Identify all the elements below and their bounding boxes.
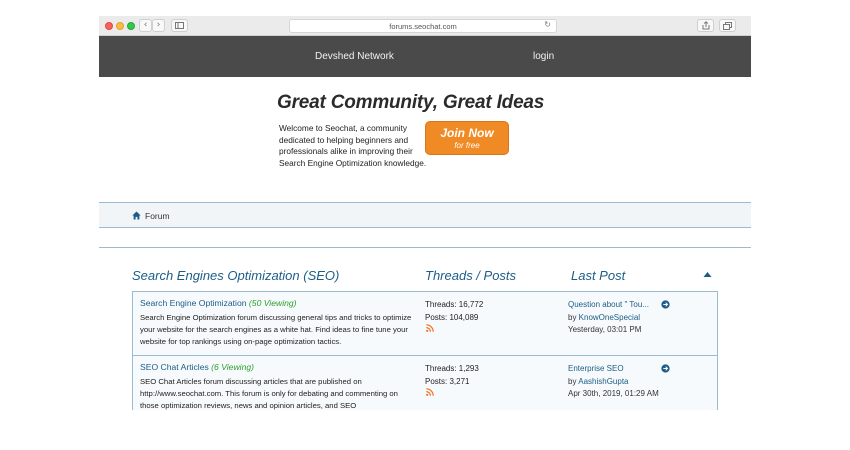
address-text: forums.seochat.com xyxy=(389,22,457,31)
tabs-icon xyxy=(723,22,732,30)
share-icon xyxy=(702,21,709,30)
forum-stats: Threads: 1,293 Posts: 3,271 xyxy=(425,363,479,388)
last-post-time: Apr 30th, 2019, 01:29 AM xyxy=(568,389,659,398)
forum-row: Search Engine Optimization (50 Viewing) … xyxy=(133,292,717,355)
home-icon[interactable] xyxy=(132,211,141,220)
forum-stats: Threads: 16,772 Posts: 104,089 xyxy=(425,299,483,324)
nav-login-link[interactable]: login xyxy=(533,51,554,62)
forum-row: SEO Chat Articles (6 Viewing) SEO Chat A… xyxy=(133,355,717,410)
minimize-window-button[interactable] xyxy=(116,22,124,30)
forum-title: SEO Chat Articles (6 Viewing) xyxy=(140,362,254,372)
go-to-last-post-icon[interactable] xyxy=(661,300,670,309)
threads-count: Threads: 16,772 xyxy=(425,300,484,309)
chevron-right-icon: › xyxy=(156,20,161,30)
sidebar-icon xyxy=(175,22,184,29)
forum-description: SEO Chat Articles forum discussing artic… xyxy=(140,377,398,410)
section-title[interactable]: Search Engines Optimization (SEO) xyxy=(132,268,339,283)
join-now-button[interactable]: Join Now for free xyxy=(425,121,509,155)
forum-name-link[interactable]: SEO Chat Articles xyxy=(140,362,209,372)
last-post-author-link[interactable]: AashishGupta xyxy=(578,377,628,386)
posts-count: Posts: 104,089 xyxy=(425,312,479,322)
screen: ‹ › forums.seochat.com ↻ Devshed Network… xyxy=(0,0,850,450)
last-post-time: Yesterday, 03:01 PM xyxy=(568,325,642,334)
back-button[interactable]: ‹ xyxy=(139,19,152,32)
forum-description: Search Engine Optimization forum discuss… xyxy=(140,313,412,346)
top-navigation: Devshed Network login xyxy=(99,36,751,77)
breadcrumb: Forum xyxy=(99,202,751,228)
forum-name-link[interactable]: Search Engine Optimization xyxy=(140,298,247,308)
hero-description: Welcome to Seochat, a community dedicate… xyxy=(279,123,427,168)
viewing-count: (50 Viewing) xyxy=(248,298,297,308)
rss-icon[interactable] xyxy=(426,324,434,332)
posts-count: Posts: 3,271 xyxy=(425,376,470,386)
last-post-info: Question about " Tou... by KnowOneSpecia… xyxy=(568,299,649,337)
forum-title: Search Engine Optimization (50 Viewing) xyxy=(140,298,297,308)
close-window-button[interactable] xyxy=(105,22,113,30)
share-button[interactable] xyxy=(697,19,714,32)
last-post-author-link[interactable]: KnowOneSpecial xyxy=(579,313,640,322)
divider xyxy=(99,247,751,248)
last-post-title-link[interactable]: Question about " Tou... xyxy=(568,299,649,312)
last-post-byline: by KnowOneSpecial xyxy=(568,312,649,325)
threads-posts-header: Threads / Posts xyxy=(425,268,517,283)
breadcrumb-forum-link[interactable]: Forum xyxy=(145,211,170,221)
address-bar[interactable]: forums.seochat.com ↻ xyxy=(289,19,557,33)
sidebar-toggle-button[interactable] xyxy=(171,19,188,32)
join-free-label: for free xyxy=(454,141,480,150)
join-now-label: Join Now xyxy=(440,126,494,140)
collapse-arrow-icon[interactable] xyxy=(703,271,712,278)
forum-list: Search Engine Optimization (50 Viewing) … xyxy=(132,291,718,410)
nav-devshed-link[interactable]: Devshed Network xyxy=(315,51,394,62)
last-post-title-link[interactable]: Enterprise SEO xyxy=(568,363,659,376)
rss-icon[interactable] xyxy=(426,388,434,396)
chevron-left-icon: ‹ xyxy=(143,20,148,30)
by-label: by xyxy=(568,312,579,322)
browser-window: ‹ › forums.seochat.com ↻ Devshed Network… xyxy=(99,16,751,410)
tabs-button[interactable] xyxy=(719,19,736,32)
threads-count: Threads: 1,293 xyxy=(425,364,479,373)
forward-button[interactable]: › xyxy=(152,19,165,32)
hero-title: Great Community, Great Ideas xyxy=(277,92,545,113)
last-post-byline: by AashishGupta xyxy=(568,376,659,389)
by-label: by xyxy=(568,376,579,386)
reload-icon[interactable]: ↻ xyxy=(544,20,551,29)
last-post-header: Last Post xyxy=(571,268,626,283)
last-post-info: Enterprise SEO by AashishGupta Apr 30th,… xyxy=(568,363,659,401)
go-to-last-post-icon[interactable] xyxy=(661,364,670,373)
zoom-window-button[interactable] xyxy=(127,22,135,30)
browser-toolbar: ‹ › forums.seochat.com ↻ xyxy=(99,16,751,36)
viewing-count: (6 Viewing) xyxy=(211,362,255,372)
